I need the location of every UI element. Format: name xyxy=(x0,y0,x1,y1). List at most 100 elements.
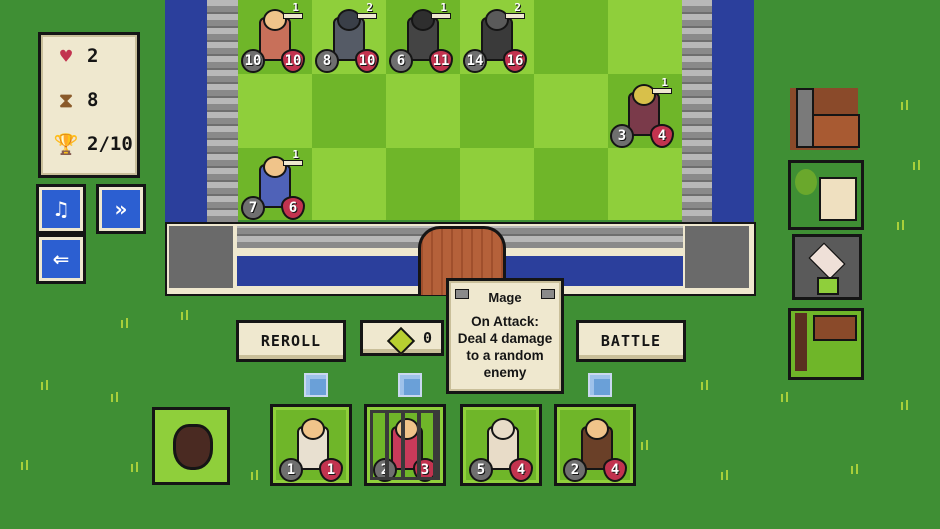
tree xyxy=(795,169,817,195)
field-building[interactable] xyxy=(788,308,864,380)
blacksmith-building[interactable] xyxy=(792,234,862,300)
unit-health: 4 xyxy=(603,458,627,482)
enemy-unit[interactable]: 1 10 10 xyxy=(241,1,305,73)
unit-head xyxy=(585,418,609,440)
farmhouse xyxy=(819,177,857,221)
grass-tuft xyxy=(896,220,906,230)
grass-tuft xyxy=(780,392,790,402)
grass-tuft xyxy=(640,440,650,450)
reroll-button[interactable]: REROLL xyxy=(236,320,346,362)
turn-value: 8 xyxy=(87,89,99,111)
exit-button[interactable]: ⇐ xyxy=(36,234,86,284)
unit-health: 1 xyxy=(319,458,343,482)
moat-bottom-left xyxy=(237,256,419,286)
unit-attack: 7 xyxy=(241,196,265,220)
music-toggle-button[interactable]: ♫ xyxy=(36,184,86,234)
board-tile xyxy=(238,74,312,148)
grass-tuft xyxy=(720,470,730,480)
dirt-path xyxy=(795,313,807,371)
grass-tuft xyxy=(130,462,140,472)
grass-tuft xyxy=(180,310,190,320)
unit-attack: 2 xyxy=(373,458,397,482)
wall-left xyxy=(207,0,238,222)
farm-building[interactable] xyxy=(788,160,864,230)
board-tile xyxy=(534,148,608,220)
unit-attack: 14 xyxy=(463,49,487,73)
grass-tuft xyxy=(700,380,710,390)
shop-unit: 2 3 xyxy=(373,414,437,482)
tooltip-description: On Attack: Deal 4 damage to a random ene… xyxy=(449,313,561,381)
player-board-unit[interactable]: 1 7 6 xyxy=(241,148,305,220)
board-tile xyxy=(460,148,534,220)
shop-card[interactable]: 5 4 xyxy=(460,404,542,486)
unit-health: 6 xyxy=(281,196,305,220)
hourglass-icon: ⧗ xyxy=(58,88,74,112)
grass-tuft xyxy=(900,400,910,410)
unit-head xyxy=(491,418,515,440)
unit-head xyxy=(395,418,419,440)
unit-health: 16 xyxy=(503,49,527,73)
turn-row: ⧗ 8 xyxy=(55,88,99,112)
enemy-unit[interactable]: 1 3 4 xyxy=(610,76,674,148)
wall-right xyxy=(682,0,712,222)
enemy-unit[interactable]: 1 6 11 xyxy=(389,1,453,73)
unit-attack: 1 xyxy=(279,458,303,482)
fast-forward-icon: » xyxy=(114,197,128,221)
board-tile xyxy=(608,0,682,74)
unit-attack: 8 xyxy=(315,49,339,73)
unit-attack: 6 xyxy=(389,49,413,73)
board-tile xyxy=(534,74,608,148)
tooltip-line: On Attack: xyxy=(471,314,539,329)
fast-forward-button[interactable]: » xyxy=(96,184,146,234)
grass-tuft xyxy=(900,100,910,110)
slot-marker xyxy=(588,373,612,397)
unit-health: 4 xyxy=(650,124,674,148)
shop-unit: 2 4 xyxy=(563,414,627,482)
shop-unit: 5 4 xyxy=(469,414,533,482)
unit-tooltip: Mage On Attack: Deal 4 damage to a rando… xyxy=(446,278,564,394)
tower-right xyxy=(685,226,749,288)
board-tile xyxy=(386,148,460,220)
unit-level: 1 xyxy=(440,1,447,14)
house-roof xyxy=(812,114,860,148)
unit-attack: 3 xyxy=(610,124,634,148)
shop-card-frozen[interactable]: 2 3 xyxy=(364,404,446,486)
grass-tuft xyxy=(120,318,130,328)
unit-attack: 5 xyxy=(469,458,493,482)
board-tile xyxy=(534,0,608,74)
unit-health: 3 xyxy=(413,458,437,482)
tower-left xyxy=(169,226,233,288)
battle-label: BATTLE xyxy=(600,332,662,350)
unit-attack: 2 xyxy=(563,458,587,482)
grass-tuft xyxy=(912,160,922,170)
heart-icon: ♥ xyxy=(59,44,73,68)
grass-tuft xyxy=(20,460,30,470)
unit-health: 10 xyxy=(281,49,305,73)
slot-marker xyxy=(398,373,422,397)
gold-icon xyxy=(386,326,416,356)
enemy-unit[interactable]: 2 8 10 xyxy=(315,1,379,73)
trophies-value: 2/10 xyxy=(87,133,133,155)
unit-level: 2 xyxy=(366,1,373,14)
money-bag-icon xyxy=(173,424,213,470)
enemy-unit[interactable]: 2 14 16 xyxy=(463,1,527,73)
gold-display: 0 xyxy=(360,320,444,356)
unit-level: 1 xyxy=(661,76,668,89)
shop-card[interactable]: 2 4 xyxy=(554,404,636,486)
shop-card[interactable]: 1 1 xyxy=(270,404,352,486)
lives-value: 2 xyxy=(87,45,99,67)
reroll-label: REROLL xyxy=(260,332,322,350)
grass-tuft xyxy=(40,380,50,390)
sell-bag-slot[interactable] xyxy=(152,407,230,485)
unit-level: 1 xyxy=(292,148,299,161)
unit-level: 1 xyxy=(292,1,299,14)
stats-panel: ♥ 2 ⧗ 8 🏆 2/10 xyxy=(38,32,140,178)
unit-head xyxy=(301,418,325,440)
trophy-icon: 🏆 xyxy=(53,132,79,156)
board-tile xyxy=(386,74,460,148)
unit-health: 10 xyxy=(355,49,379,73)
slot-marker xyxy=(304,373,328,397)
battle-button[interactable]: BATTLE xyxy=(576,320,686,362)
watchtower-building[interactable] xyxy=(790,88,860,150)
grass-tuft xyxy=(850,464,860,474)
